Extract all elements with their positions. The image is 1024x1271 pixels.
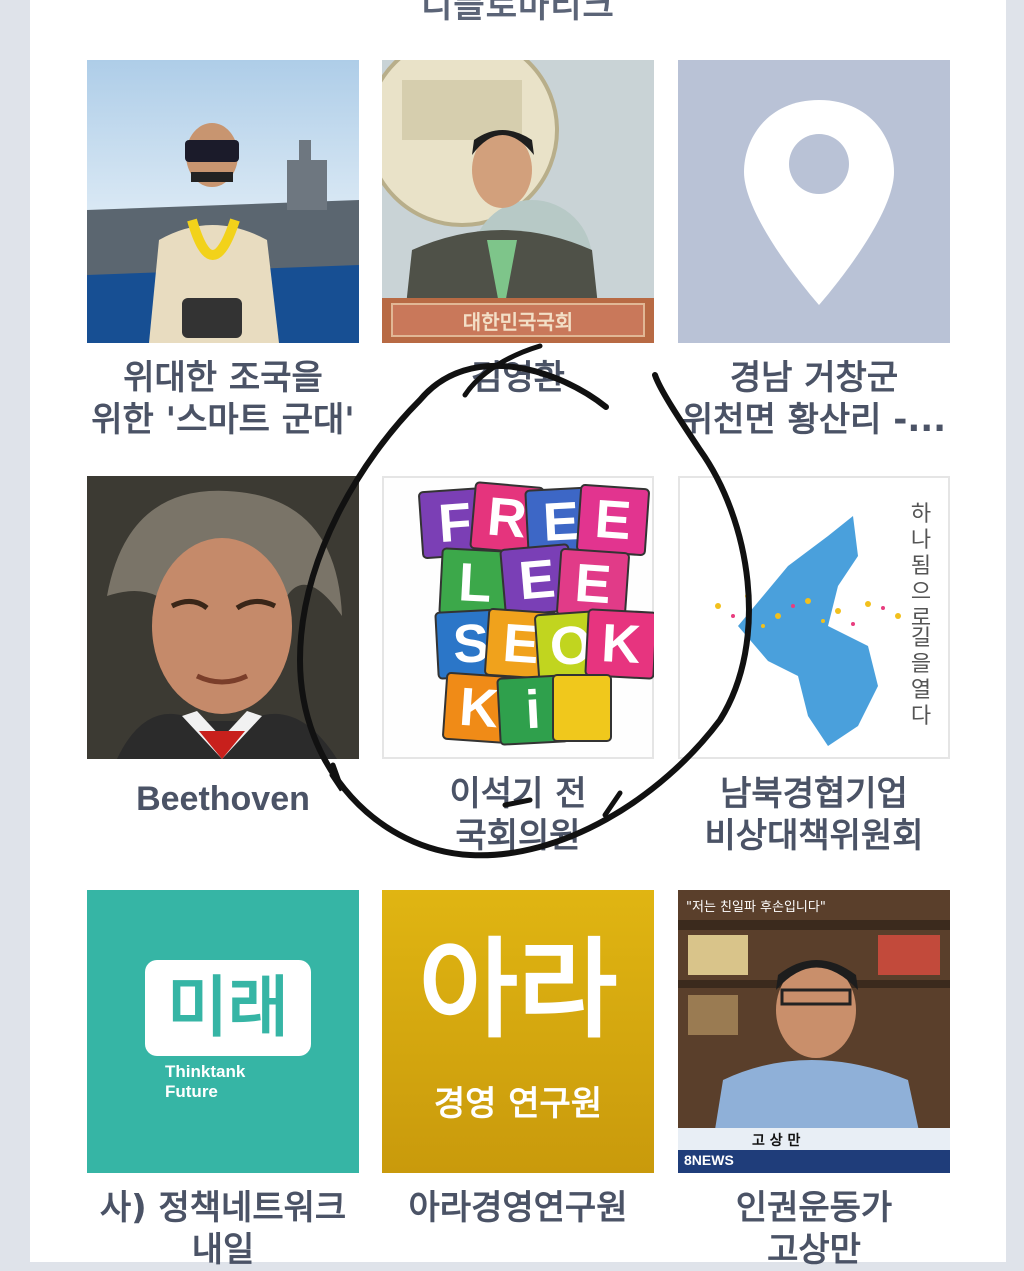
section-header: 디플로마티크 [421,0,615,26]
slogan-vertical-1: 하나됨으로 [910,502,932,631]
logo-main: 아라 [418,928,618,1053]
tile-caption: 경남 거창군 위천면 황산리 -... [681,358,947,440]
korean-peninsula-art: 하나됨으로 길을열다 [678,476,950,759]
slogan-vertical-2: 길을열다 [910,626,932,729]
logo-main: 미래 [145,960,311,1056]
map-pin-icon [678,60,950,343]
navy-officer-photo [87,60,359,343]
logo-sub: 경영 연구원 [433,1084,603,1124]
news-brand: 8NEWS [684,1152,734,1168]
news-name: 고 상 만 [752,1133,801,1149]
tile-caption: 아라경영연구원 [408,1188,628,1228]
tile-caption: 위대한 조국을 위한 '스마트 군대' [91,358,355,440]
tile-caption: 인권운동가 고상만 [735,1188,893,1270]
future-thinktank-logo: 미래 Thinktank Future [87,890,359,1173]
tile-caption: Beethoven [136,780,310,818]
face-cartoon [554,676,610,740]
podium-text: 대한민국국회 [463,310,573,334]
tile-caption: 남북경협기업 비상대책위원회 [704,774,924,856]
free-lee-seok-ki-poster: F R E E L E E S E O K K i [382,476,654,759]
tile-caption: 사) 정책네트워크 내일 [99,1188,347,1270]
news-interview-photo: "저는 친일파 후손입니다" 고 상 만 8NEWS [678,890,950,1173]
tile-caption: 이석기 전 국회의원 [449,774,587,856]
politician-photo: 대한민국국회 [382,60,654,343]
logo-sub: Thinktank Future [165,1062,246,1101]
tile-caption: 김영환 [471,358,565,398]
ara-logo: 아라 경영 연구원 [382,890,654,1173]
beethoven-portrait [87,476,359,759]
news-headline: "저는 친일파 후손입니다" [686,900,826,915]
